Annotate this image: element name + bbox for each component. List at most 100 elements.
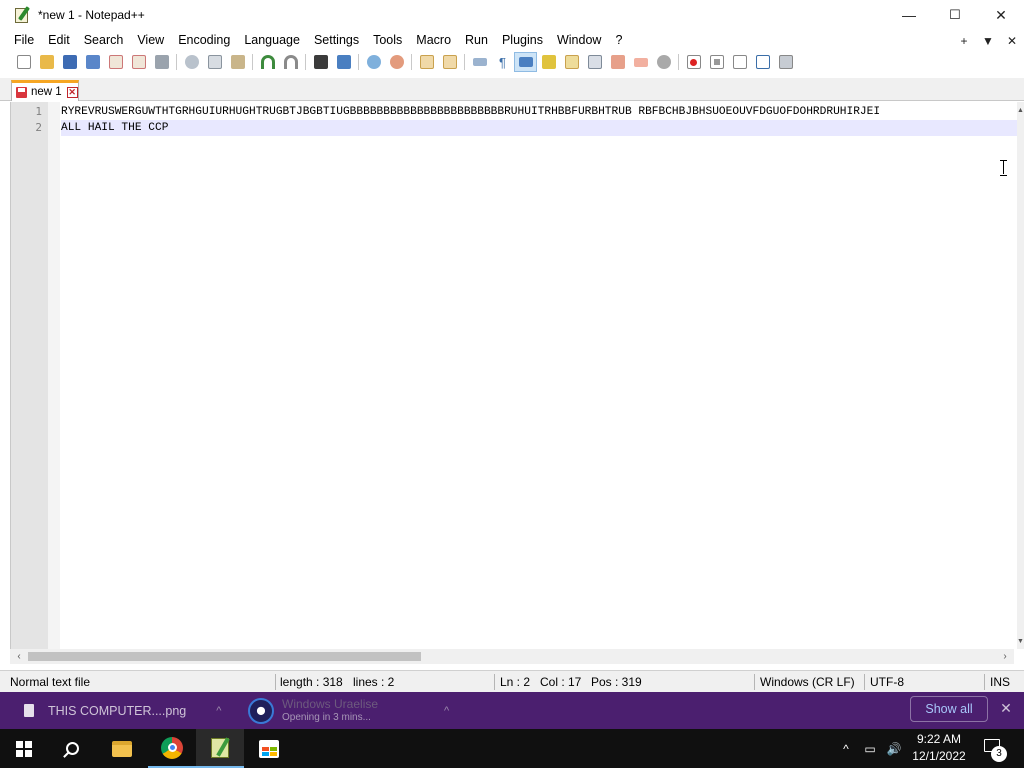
record-macro-icon[interactable]	[682, 52, 705, 72]
tab-close-icon[interactable]: ✕	[66, 86, 78, 98]
menu-search[interactable]: Search	[77, 30, 131, 51]
toolbar-separator	[358, 54, 359, 70]
doc-map-icon[interactable]	[560, 52, 583, 72]
minimize-button[interactable]: —	[886, 0, 932, 30]
toolbar-separator	[678, 54, 679, 70]
scroll-down-icon[interactable]: ▼	[1017, 637, 1024, 647]
notepadpp-icon	[211, 737, 229, 758]
maximize-button[interactable]: ☐	[932, 0, 978, 30]
menu-view[interactable]: View	[130, 30, 171, 51]
clock[interactable]: 9:22 AM 12/1/2022	[906, 731, 972, 765]
menu-settings[interactable]: Settings	[307, 30, 366, 51]
sync-horizontal-icon[interactable]	[438, 52, 461, 72]
menu-tools[interactable]: Tools	[366, 30, 409, 51]
horizontal-scroll-thumb[interactable]	[28, 652, 421, 661]
chevron-up-icon[interactable]: ^	[216, 705, 221, 717]
status-eol[interactable]: Windows (CR LF)	[760, 671, 855, 693]
menu-window[interactable]: Window	[550, 30, 608, 51]
add-tab-icon[interactable]: +	[952, 34, 976, 48]
tab-list-dropdown-icon[interactable]: ▼	[976, 34, 1000, 48]
save-icon[interactable]	[58, 52, 81, 72]
notifications-button[interactable]: 3	[982, 737, 1007, 762]
show-all-chars-icon[interactable]: ¶	[491, 52, 514, 72]
run-macro-multiple-icon[interactable]	[751, 52, 774, 72]
chevron-up-icon[interactable]: ^	[444, 705, 449, 717]
status-file-type: Normal text file	[10, 675, 91, 689]
vertical-scrollbar[interactable]: ▲ ▼	[1017, 102, 1024, 649]
save-all-icon[interactable]	[81, 52, 104, 72]
scroll-right-icon[interactable]: ›	[998, 649, 1012, 664]
save-macro-icon[interactable]	[774, 52, 797, 72]
window-controls: — ☐ ✕	[886, 0, 1024, 30]
download-item-update[interactable]: ⬤ Windows Uraelise Opening in 3 mins... …	[248, 692, 449, 729]
print-icon[interactable]	[150, 52, 173, 72]
word-wrap-icon[interactable]	[468, 52, 491, 72]
menu-edit[interactable]: Edit	[41, 30, 77, 51]
notepadpp-app-icon[interactable]	[14, 6, 32, 24]
taskbar-store[interactable]	[245, 729, 293, 768]
undo-icon[interactable]	[256, 52, 279, 72]
replace-icon[interactable]	[332, 52, 355, 72]
text-area[interactable]: RYREVRUSWERGUWTHTGRHGUIURHUGHTRUGBTJBGBT…	[61, 102, 1018, 649]
taskbar-chrome[interactable]	[148, 729, 196, 768]
close-button[interactable]: ✕	[978, 0, 1024, 30]
user-defined-language-icon[interactable]	[537, 52, 560, 72]
close-all-icon[interactable]	[127, 52, 150, 72]
search-button[interactable]	[48, 729, 96, 768]
paste-icon[interactable]	[226, 52, 249, 72]
close-download-bar-icon[interactable]: ✕	[998, 700, 1014, 716]
indent-guide-icon[interactable]	[514, 52, 537, 72]
menu-help[interactable]: ?	[608, 30, 629, 51]
tab-new-1[interactable]: new 1 ✕	[11, 80, 79, 101]
close-file-icon[interactable]	[104, 52, 127, 72]
show-all-button[interactable]: Show all	[910, 696, 988, 722]
menu-plugins[interactable]: Plugins	[495, 30, 550, 51]
taskbar-file-explorer[interactable]	[98, 729, 146, 768]
editor-pane[interactable]: 1 2 RYREVRUSWERGUWTHTGRHGUIURHUGHTRUGBTJ…	[10, 102, 1024, 649]
status-lines: lines : 2	[353, 675, 395, 689]
network-icon[interactable]: ▭	[858, 742, 882, 756]
playback-macro-icon[interactable]	[728, 52, 751, 72]
menu-run[interactable]: Run	[458, 30, 495, 51]
new-file-icon[interactable]	[12, 52, 35, 72]
scroll-left-icon[interactable]: ‹	[12, 649, 26, 664]
close-doc-icon[interactable]: ✕	[1000, 34, 1024, 48]
menu-language[interactable]: Language	[237, 30, 307, 51]
copy-icon[interactable]	[203, 52, 226, 72]
status-insert-mode[interactable]: INS	[990, 671, 1010, 693]
doc-list-icon[interactable]	[652, 52, 675, 72]
toolbar-separator	[411, 54, 412, 70]
zoom-in-icon[interactable]	[362, 52, 385, 72]
taskbar-notepadpp[interactable]	[196, 729, 244, 768]
status-divider	[754, 674, 755, 690]
monitoring-icon[interactable]	[629, 52, 652, 72]
stop-recording-icon[interactable]	[705, 52, 728, 72]
status-encoding[interactable]: UTF-8	[870, 671, 904, 693]
download-item-png[interactable]: THIS COMPUTER....png ^	[24, 692, 221, 729]
menu-encoding[interactable]: Encoding	[171, 30, 237, 51]
open-file-icon[interactable]	[35, 52, 58, 72]
clock-time: 9:22 AM	[916, 732, 962, 746]
search-icon	[65, 742, 79, 755]
menu-right-controls: + ▼ ✕	[952, 30, 1024, 51]
scroll-up-icon[interactable]: ▲	[1017, 106, 1024, 116]
tray-chevron-icon[interactable]: ^	[834, 742, 858, 756]
find-icon[interactable]	[309, 52, 332, 72]
chrome-icon	[161, 736, 183, 759]
volume-icon[interactable]: 🔊	[882, 742, 906, 756]
code-line-current[interactable]: ALL HAIL THE CCP	[61, 120, 1018, 136]
start-button[interactable]	[0, 729, 48, 768]
cut-icon[interactable]	[180, 52, 203, 72]
folder-as-workspace-icon[interactable]	[606, 52, 629, 72]
menu-file[interactable]: File	[0, 30, 41, 51]
title-bar[interactable]: *new 1 - Notepad++ — ☐ ✕	[0, 0, 1024, 30]
horizontal-scrollbar[interactable]: ‹ ›	[10, 649, 1014, 664]
menu-macro[interactable]: Macro	[409, 30, 458, 51]
code-line[interactable]: RYREVRUSWERGUWTHTGRHGUIURHUGHTRUGBTJBGBT…	[61, 104, 1018, 120]
zoom-out-icon[interactable]	[385, 52, 408, 72]
sync-vertical-icon[interactable]	[415, 52, 438, 72]
line-number-gutter[interactable]: 1 2	[11, 102, 48, 649]
fold-margin[interactable]	[48, 102, 60, 649]
function-list-icon[interactable]	[583, 52, 606, 72]
redo-icon[interactable]	[279, 52, 302, 72]
